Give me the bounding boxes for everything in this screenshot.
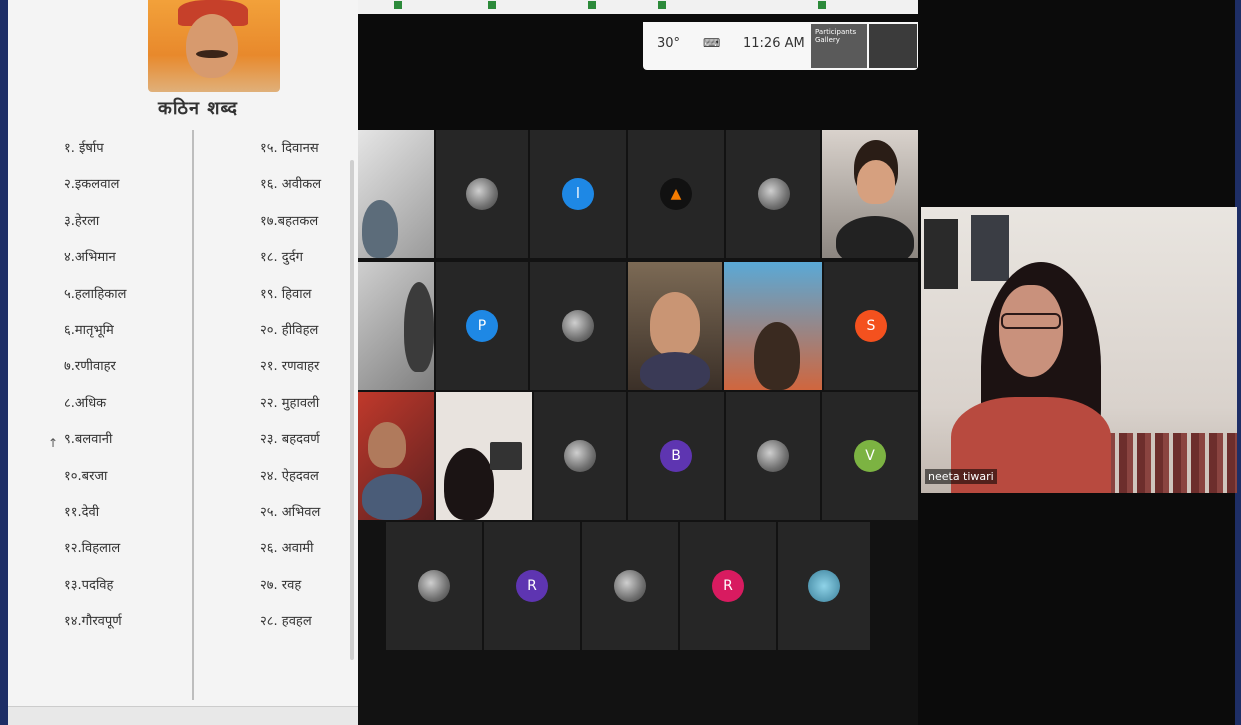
participant-tile[interactable]: R — [680, 522, 776, 650]
word-item: २३. बहदवर्ण — [260, 432, 320, 448]
word-item: १४.गौरवपूर्ण — [64, 614, 122, 630]
participant-tile[interactable]: P — [436, 262, 528, 390]
wall-picture — [924, 219, 958, 289]
participant-video[interactable] — [628, 262, 722, 390]
participant-avatar: R — [712, 570, 744, 602]
participant-tile[interactable] — [582, 522, 678, 650]
word-item: ६.मातृभूमि — [64, 322, 114, 338]
participant-video[interactable] — [822, 130, 918, 258]
temperature-readout: 30° — [657, 36, 681, 51]
word-list-left: १. ईर्षाप २.इकलवाल ३.हेरला ४.अभिमान ५.हल… — [64, 138, 126, 647]
text-cursor-icon: ↑ — [48, 436, 59, 450]
window-thumbnail[interactable]: Participants Gallery — [811, 24, 867, 68]
participant-avatar: P — [466, 310, 498, 342]
word-item: २०. हीविहल — [260, 322, 319, 338]
word-item: २.इकलवाल — [64, 177, 120, 193]
participant-avatar — [758, 178, 790, 210]
participant-avatar — [466, 178, 498, 210]
column-divider — [192, 130, 194, 700]
participant-video[interactable] — [358, 392, 434, 520]
word-item: १०.बरजा — [64, 468, 108, 484]
bookmark-item[interactable] — [588, 1, 599, 10]
participant-avatar: B — [660, 440, 692, 472]
wall-picture — [971, 215, 1009, 281]
participant-video[interactable] — [724, 262, 822, 390]
word-item: १७.बहतकल — [260, 213, 319, 229]
window-thumbnail[interactable] — [869, 24, 917, 68]
clock-time[interactable]: 11:26 AM — [743, 36, 805, 51]
participant-avatar — [418, 570, 450, 602]
bookmark-item[interactable] — [818, 1, 829, 10]
participant-avatar — [562, 310, 594, 342]
participant-video[interactable] — [436, 392, 532, 520]
participant-avatar — [614, 570, 646, 602]
word-item: २८. हवहल — [260, 614, 312, 630]
participant-avatar: S — [855, 310, 887, 342]
participant-tile[interactable]: l — [530, 130, 626, 258]
participant-tile[interactable] — [534, 392, 626, 520]
participant-avatar — [757, 440, 789, 472]
bookmark-item[interactable] — [394, 1, 405, 10]
participant-tile[interactable]: R — [484, 522, 580, 650]
document-title: कठिन शब्द — [158, 98, 238, 119]
participant-tile[interactable] — [726, 392, 820, 520]
document-scrollbar[interactable] — [350, 160, 354, 660]
word-item: ७.रणीवाहर — [64, 359, 116, 375]
document-status-bar — [8, 706, 358, 725]
word-item: ४.अभिमान — [64, 250, 116, 266]
system-tray: 30° ⌨ 11:26 AM Participants Gallery — [643, 22, 918, 70]
word-item: ९.बलवानी — [64, 432, 113, 448]
participant-avatar: V — [854, 440, 886, 472]
participant-tile[interactable]: V — [822, 392, 918, 520]
background-curtain — [1101, 433, 1237, 493]
speaker-name-tag: neeta tiwari — [925, 469, 997, 484]
participant-video[interactable] — [358, 262, 434, 390]
word-item: १५. दिवानस — [260, 141, 319, 156]
word-item: १२.विहलाल — [64, 541, 121, 557]
participant-tile[interactable]: ▲ — [628, 130, 724, 258]
word-list-right: १५. दिवानस १६. अवीकल १७.बहतकल १८. दुर्दग… — [260, 138, 321, 647]
bookmark-item[interactable] — [658, 1, 669, 10]
word-item: १६. अवीकल — [260, 177, 322, 193]
participant-tile[interactable]: S — [824, 262, 918, 390]
portrait-illustration — [148, 0, 280, 92]
keyboard-icon[interactable]: ⌨ — [703, 36, 720, 50]
participant-video[interactable] — [358, 130, 434, 258]
shared-document: कठिन शब्द १. ईर्षाप २.इकलवाल ३.हेरला ४.अ… — [8, 0, 358, 725]
word-item: १९. हिवाल — [260, 286, 312, 302]
browser-bookmarks-bar — [358, 0, 918, 14]
participant-avatar — [808, 570, 840, 602]
word-item: २२. मुहावली — [260, 395, 320, 411]
participant-tile[interactable] — [436, 130, 528, 258]
participant-tile[interactable] — [530, 262, 626, 390]
participant-tile[interactable] — [386, 522, 482, 650]
participant-avatar-logo: ▲ — [660, 178, 692, 210]
participant-avatar: l — [562, 178, 594, 210]
word-item: २५. अभिवल — [260, 504, 321, 520]
word-item: २१. रणवाहर — [260, 359, 320, 375]
participant-avatar: R — [516, 570, 548, 602]
participant-tile[interactable] — [726, 130, 820, 258]
participant-avatar — [564, 440, 596, 472]
word-item: १८. दुर्दग — [260, 250, 303, 266]
word-item: २४. ऐहदवल — [260, 468, 319, 484]
participant-tile[interactable] — [778, 522, 870, 650]
word-item: २७. रवह — [260, 577, 302, 593]
participant-tile[interactable]: B — [628, 392, 724, 520]
word-item: १. ईर्षाप — [64, 141, 104, 156]
word-item: १३.पदविह — [64, 577, 114, 593]
word-item: ५.हलाहिकाल — [64, 286, 127, 302]
video-gallery: l ▲ P S B V R R — [358, 130, 918, 725]
word-item: २६. अवामी — [260, 541, 314, 557]
word-item: ११.देवी — [64, 504, 100, 520]
active-speaker-video[interactable]: neeta tiwari — [921, 207, 1237, 493]
bookmark-item[interactable] — [488, 1, 499, 10]
word-item: ३.हेरला — [64, 213, 100, 229]
word-item: ८.अधिक — [64, 395, 107, 411]
